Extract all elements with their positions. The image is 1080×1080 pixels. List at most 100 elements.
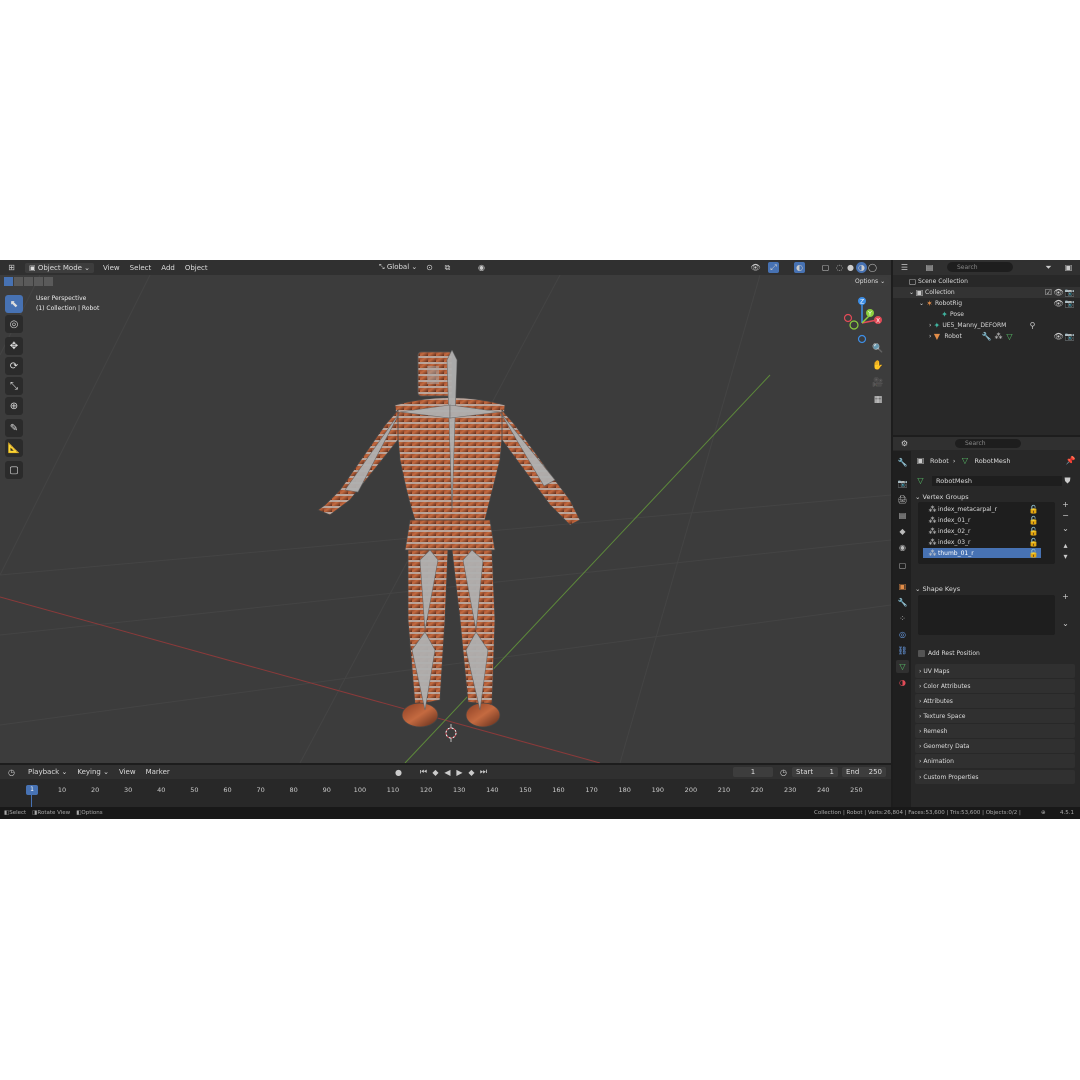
filter-icon[interactable]: ⏷ (1043, 262, 1054, 273)
scale-tool[interactable]: ⤡ (5, 377, 23, 395)
zoom-icon[interactable]: 🔍 (871, 342, 885, 356)
lock-icon[interactable]: 🔓 (1028, 515, 1039, 526)
outliner-row-ue5-manny[interactable]: › ✦ UE5_Manny_DEFORM ⚲ (893, 320, 1080, 331)
vertex-group-row[interactable]: ⁂ index_02_r 🔓 (923, 526, 1041, 536)
outliner-row-scene-collection[interactable]: ▢ Scene Collection (893, 276, 1080, 287)
color-attributes-panel[interactable]: › Color Attributes (915, 679, 1075, 693)
uv-maps-panel[interactable]: › UV Maps (915, 664, 1075, 678)
lock-icon[interactable]: 🔓 (1028, 526, 1039, 537)
select-invert-icon[interactable] (34, 277, 43, 286)
xray-icon[interactable]: ▢ (820, 262, 831, 273)
view-layer-tab-icon[interactable]: ▤ (896, 509, 909, 522)
output-tab-icon[interactable]: 🖨 (896, 493, 909, 506)
transform-orientation-dropdown[interactable]: ⤡ Global ⌄ (376, 262, 420, 273)
menu-view[interactable]: View (100, 263, 123, 273)
proportional-edit-icon[interactable]: ◉ (476, 262, 487, 273)
wireframe-shading-icon[interactable]: ◌ (834, 262, 845, 273)
start-frame-field[interactable]: Start 1 (792, 767, 838, 777)
material-shading-icon[interactable]: ◑ (856, 262, 867, 273)
transform-tool[interactable]: ⊕ (5, 397, 23, 415)
shape-key-specials-icon[interactable]: ⌄ (1060, 618, 1071, 629)
rotate-tool[interactable]: ⟳ (5, 357, 23, 375)
move-up-icon[interactable]: ▴ (1060, 540, 1071, 551)
menu-add[interactable]: Add (158, 263, 178, 273)
select-subtract-icon[interactable] (24, 277, 33, 286)
autokey-icon[interactable]: ● (393, 767, 404, 778)
pivot-icon[interactable]: ⊙ (424, 262, 435, 273)
editor-type-icon[interactable]: ⊞ (6, 262, 17, 273)
jump-end-icon[interactable]: ⏭ (478, 767, 489, 778)
annotate-tool[interactable]: ✎ (5, 419, 23, 437)
cursor-tool[interactable]: ◎ (5, 315, 23, 333)
options-dropdown[interactable]: Options ⌄ (851, 277, 890, 286)
physics-tab-icon[interactable]: ◎ (896, 628, 909, 641)
next-keyframe-icon[interactable]: ◆ (466, 767, 477, 778)
vertex-groups-panel-header[interactable]: ⌄ Vertex Groups (915, 493, 969, 501)
camera-view-icon[interactable]: 🎥 (871, 376, 885, 390)
end-frame-field[interactable]: End 250 (842, 767, 886, 777)
modifier-tab-icon[interactable]: 🔧 (896, 596, 909, 609)
vertex-group-row[interactable]: ⁂ index_01_r 🔓 (923, 515, 1041, 525)
vertex-group-row[interactable]: ⁂ index_metacarpal_r 🔓 (923, 504, 1041, 514)
playhead[interactable]: 1 (26, 785, 38, 795)
constraints-tab-icon[interactable]: ⛓ (896, 644, 909, 657)
attributes-panel[interactable]: › Attributes (915, 694, 1075, 708)
vertex-group-row-selected[interactable]: ⁂ thumb_01_r 🔓 (923, 548, 1041, 558)
vertex-group-row[interactable]: ⁂ index_03_r 🔓 (923, 537, 1041, 547)
select-new-icon[interactable] (4, 277, 13, 286)
material-tab-icon[interactable]: ◑ (896, 676, 909, 689)
menu-object[interactable]: Object (182, 263, 211, 273)
select-extend-icon[interactable] (14, 277, 23, 286)
visibility-icon[interactable]: 👁 (750, 262, 761, 273)
timeline-editor-icon[interactable]: ◷ (6, 767, 17, 778)
camera-icon[interactable]: 📷 (1064, 287, 1075, 298)
add-cube-tool[interactable]: ▢ (5, 461, 23, 479)
3d-viewport[interactable]: User Perspective (1) Collection | Robot … (0, 275, 891, 763)
ortho-grid-icon[interactable]: ▦ (871, 393, 885, 407)
mesh-data-selector[interactable]: ▽ RobotMesh ⛊ (915, 475, 1075, 486)
menu-playback[interactable]: Playback ⌄ (25, 767, 70, 777)
checkbox-box[interactable] (918, 650, 925, 657)
particles-tab-icon[interactable]: ⁘ (896, 612, 909, 625)
robot-model[interactable] (300, 350, 600, 750)
gizmo-toggle-icon[interactable]: ⤢ (768, 262, 779, 273)
mesh-name-field[interactable]: RobotMesh (932, 475, 1062, 486)
remesh-panel[interactable]: › Remesh (915, 724, 1075, 738)
remove-vertex-group-icon[interactable]: − (1060, 510, 1071, 521)
move-down-icon[interactable]: ▾ (1060, 551, 1071, 562)
outliner-row-pose[interactable]: ✦ Pose (893, 309, 1080, 320)
object-tab-icon[interactable]: ▣ (896, 580, 909, 593)
menu-view[interactable]: View (116, 767, 139, 777)
add-shape-key-icon[interactable]: + (1060, 591, 1071, 602)
vertex-group-specials-icon[interactable]: ⌄ (1060, 523, 1071, 534)
eye-icon[interactable]: 👁 (1053, 287, 1064, 298)
overlay-toggle-icon[interactable]: ◐ (794, 262, 805, 273)
play-reverse-icon[interactable]: ◀ (442, 767, 453, 778)
timeline[interactable]: ◷ Playback ⌄ Keying ⌄ View Marker ● ⏮ ◆ … (0, 765, 891, 807)
camera-icon[interactable]: 📷 (1064, 331, 1075, 342)
eye-icon[interactable]: 👁 (1053, 331, 1064, 342)
lock-icon[interactable]: 🔓 (1028, 504, 1039, 515)
geometry-data-panel[interactable]: › Geometry Data (915, 739, 1075, 753)
prev-keyframe-icon[interactable]: ◆ (430, 767, 441, 778)
texture-space-panel[interactable]: › Texture Space (915, 709, 1075, 723)
display-mode-icon[interactable]: ▤ (924, 262, 935, 273)
rendered-shading-icon[interactable]: ◯ (867, 262, 878, 273)
mode-dropdown[interactable]: ▣ Object Mode ⌄ (25, 262, 95, 273)
measure-tool[interactable]: 📐 (5, 439, 23, 457)
mesh-browse-icon[interactable]: ▽ (915, 475, 926, 486)
add-vertex-group-icon[interactable]: + (1060, 499, 1071, 510)
move-tool[interactable]: ✥ (5, 337, 23, 355)
snap-icon[interactable]: ⧉ (442, 262, 453, 273)
outliner-search-input[interactable]: Search (947, 262, 1013, 272)
outliner-editor-icon[interactable]: ☰ (899, 262, 910, 273)
collection-tab-icon[interactable]: ▢ (896, 559, 909, 572)
pan-hand-icon[interactable]: ✋ (871, 359, 885, 373)
render-tab-icon[interactable]: 📷 (896, 477, 909, 490)
fake-user-icon[interactable]: ⛊ (1062, 475, 1073, 486)
menu-keying[interactable]: Keying ⌄ (74, 767, 112, 777)
play-icon[interactable]: ▶ (454, 767, 465, 778)
scene-tab-icon[interactable]: ◆ (896, 525, 909, 538)
world-tab-icon[interactable]: ◉ (896, 541, 909, 554)
shape-keys-list[interactable] (918, 595, 1055, 635)
